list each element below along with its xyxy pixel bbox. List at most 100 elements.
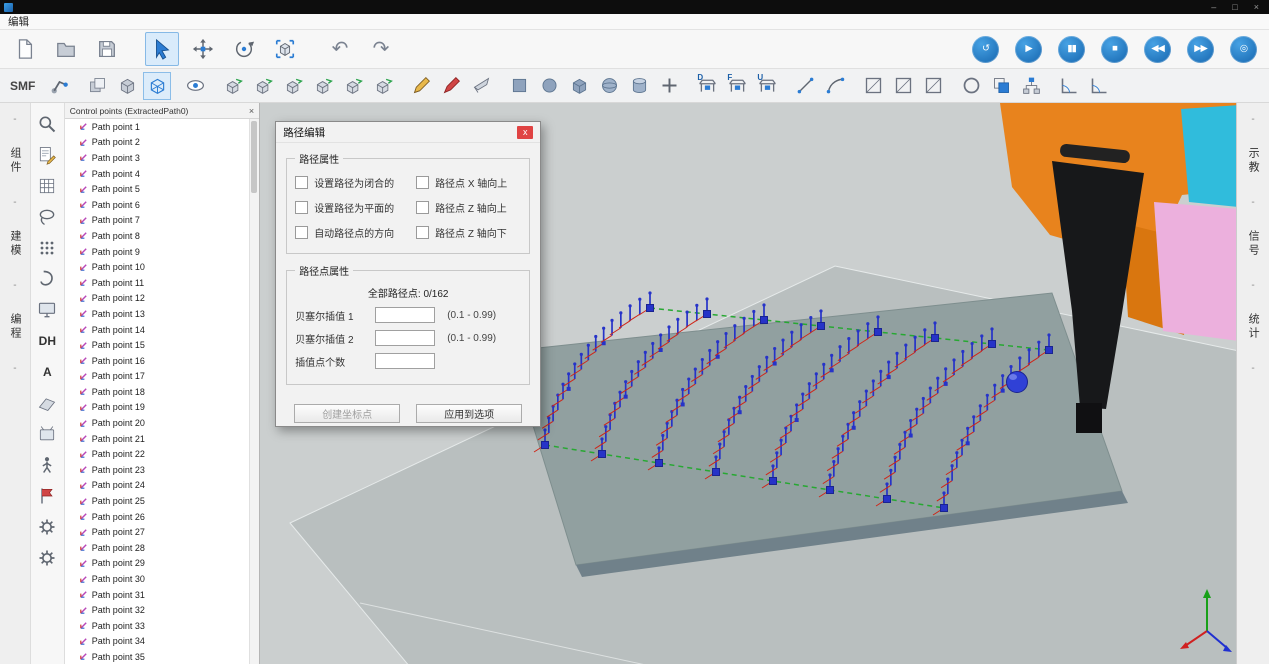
tree-item-path-point[interactable]: Path point 26: [65, 509, 250, 525]
viewport-3d[interactable]: 路径编辑 x 路径属性 设置路径为闭合的设置路径为平面的自动路径点的方向路径点 …: [260, 103, 1236, 664]
copy-object-button[interactable]: [83, 72, 111, 100]
tree-item-path-point[interactable]: Path point 5: [65, 181, 250, 197]
visibility-button[interactable]: [181, 72, 209, 100]
select-tool-button[interactable]: [145, 32, 179, 66]
add-primitive-button[interactable]: [655, 72, 683, 100]
tree-item-path-point[interactable]: Path point 29: [65, 556, 250, 572]
skip-forward-button[interactable]: ▶▶: [1187, 36, 1214, 63]
pattern-tool-button[interactable]: [34, 235, 60, 261]
draw-arc-button[interactable]: [821, 72, 849, 100]
tree-item-path-point[interactable]: Path point 31: [65, 587, 250, 603]
tree-item-path-point[interactable]: Path point 15: [65, 337, 250, 353]
checkbox-box[interactable]: [295, 176, 308, 189]
move-tool-button[interactable]: [186, 32, 220, 66]
annotation-tool-button[interactable]: A: [34, 359, 60, 385]
primitive-square-button[interactable]: [505, 72, 533, 100]
dh-parameters-button[interactable]: DH: [34, 328, 60, 354]
tree-item-path-point[interactable]: Path point 34: [65, 634, 250, 650]
path-prop-checkbox-3[interactable]: 路径点 X 轴向上: [416, 175, 521, 190]
measure-angle-2-button[interactable]: [1085, 72, 1113, 100]
hook-tool-button[interactable]: [34, 266, 60, 292]
tree-item-path-point[interactable]: Path point 28: [65, 540, 250, 556]
undo-button[interactable]: ↶: [323, 32, 357, 66]
tree-item-path-point[interactable]: Path point 8: [65, 228, 250, 244]
section-plane-2-button[interactable]: [889, 72, 917, 100]
settings-tool-2-button[interactable]: [34, 545, 60, 571]
rail-section-1[interactable]: 示教: [1245, 147, 1261, 175]
tree-item-path-point[interactable]: Path point 6: [65, 197, 250, 213]
primitive-sphere-button[interactable]: [595, 72, 623, 100]
tree-item-path-point[interactable]: Path point 1: [65, 119, 250, 135]
primitive-cylinder-button[interactable]: [625, 72, 653, 100]
tree-item-path-point[interactable]: Path point 35: [65, 649, 250, 664]
rail-section-5[interactable]: 编程: [7, 313, 23, 341]
screen-tool-button[interactable]: [34, 297, 60, 323]
play-button[interactable]: ▶: [1015, 36, 1042, 63]
tree-item-path-point[interactable]: Path point 7: [65, 213, 250, 229]
box-op-5-button[interactable]: [339, 72, 367, 100]
skip-back-button[interactable]: ◀◀: [1144, 36, 1171, 63]
reset-playback-button[interactable]: ↺: [972, 36, 999, 63]
redo-button[interactable]: ↷: [364, 32, 398, 66]
checkbox-box[interactable]: [416, 176, 429, 189]
rail-section-3[interactable]: 信号: [1245, 230, 1261, 258]
tree-item-path-point[interactable]: Path point 30: [65, 571, 250, 587]
primitive-box-button[interactable]: [565, 72, 593, 100]
section-plane-1-button[interactable]: [859, 72, 887, 100]
rail-section-3[interactable]: 建模: [7, 230, 23, 258]
draw-cut-button[interactable]: [467, 72, 495, 100]
measure-angle-1-button[interactable]: [1055, 72, 1083, 100]
field-input-1[interactable]: [375, 330, 435, 346]
tree-item-path-point[interactable]: Path point 11: [65, 275, 250, 291]
draw-line-button[interactable]: [791, 72, 819, 100]
tree-item-path-point[interactable]: Path point 23: [65, 462, 250, 478]
grid-tool-button[interactable]: [34, 173, 60, 199]
new-file-button[interactable]: [8, 32, 42, 66]
tree-item-path-point[interactable]: Path point 22: [65, 446, 250, 462]
report-tool-button[interactable]: [34, 142, 60, 168]
tree-item-path-point[interactable]: Path point 3: [65, 150, 250, 166]
path-prop-checkbox-5[interactable]: 路径点 Z 轴向下: [416, 225, 521, 240]
rotate-tool-button[interactable]: [227, 32, 261, 66]
workbench-f-button[interactable]: F: [723, 72, 751, 100]
tree-item-path-point[interactable]: Path point 12: [65, 291, 250, 307]
maximize-button[interactable]: □: [1232, 0, 1237, 14]
path-prop-checkbox-4[interactable]: 路径点 Z 轴向上: [416, 200, 521, 215]
tree-item-path-point[interactable]: Path point 2: [65, 135, 250, 151]
settings-tool-1-button[interactable]: [34, 514, 60, 540]
apply-to-selection-button[interactable]: 应用到选项: [416, 404, 522, 423]
draw-marker-button[interactable]: [437, 72, 465, 100]
stop-button[interactable]: ■: [1101, 36, 1128, 63]
checkbox-box[interactable]: [416, 201, 429, 214]
record-button[interactable]: ◎: [1230, 36, 1257, 63]
kinematics-tool-button[interactable]: [34, 452, 60, 478]
workbench-d-button[interactable]: D: [693, 72, 721, 100]
path-prop-checkbox-2[interactable]: 自动路径点的方向: [295, 225, 408, 240]
lasso-tool-button[interactable]: [34, 204, 60, 230]
close-button[interactable]: ×: [1254, 0, 1259, 14]
box-op-4-button[interactable]: [309, 72, 337, 100]
scrollbar[interactable]: [249, 119, 259, 664]
tool-path-robot-button[interactable]: [45, 72, 73, 100]
flag-tool-button[interactable]: [34, 483, 60, 509]
tree-item-path-point[interactable]: Path point 20: [65, 415, 250, 431]
path-prop-checkbox-0[interactable]: 设置路径为闭合的: [295, 175, 408, 190]
dialog-close-button[interactable]: x: [517, 126, 533, 139]
box-op-1-button[interactable]: [219, 72, 247, 100]
tree-item-path-point[interactable]: Path point 21: [65, 431, 250, 447]
workbench-u-button[interactable]: U: [753, 72, 781, 100]
group-objects-button[interactable]: [987, 72, 1015, 100]
open-file-button[interactable]: [49, 32, 83, 66]
create-coordinate-points-button[interactable]: 创建坐标点: [294, 404, 400, 423]
box-op-6-button[interactable]: [369, 72, 397, 100]
tree-item-path-point[interactable]: Path point 4: [65, 166, 250, 182]
tree-item-path-point[interactable]: Path point 24: [65, 478, 250, 494]
checkbox-box[interactable]: [295, 201, 308, 214]
tree-item-path-point[interactable]: Path point 27: [65, 524, 250, 540]
box-op-3-button[interactable]: [279, 72, 307, 100]
rail-section-5[interactable]: 统计: [1245, 313, 1261, 341]
tree-item-path-point[interactable]: Path point 19: [65, 400, 250, 416]
save-file-button[interactable]: [90, 32, 124, 66]
tree-item-path-point[interactable]: Path point 18: [65, 384, 250, 400]
dialog-title-bar[interactable]: 路径编辑 x: [276, 122, 540, 143]
